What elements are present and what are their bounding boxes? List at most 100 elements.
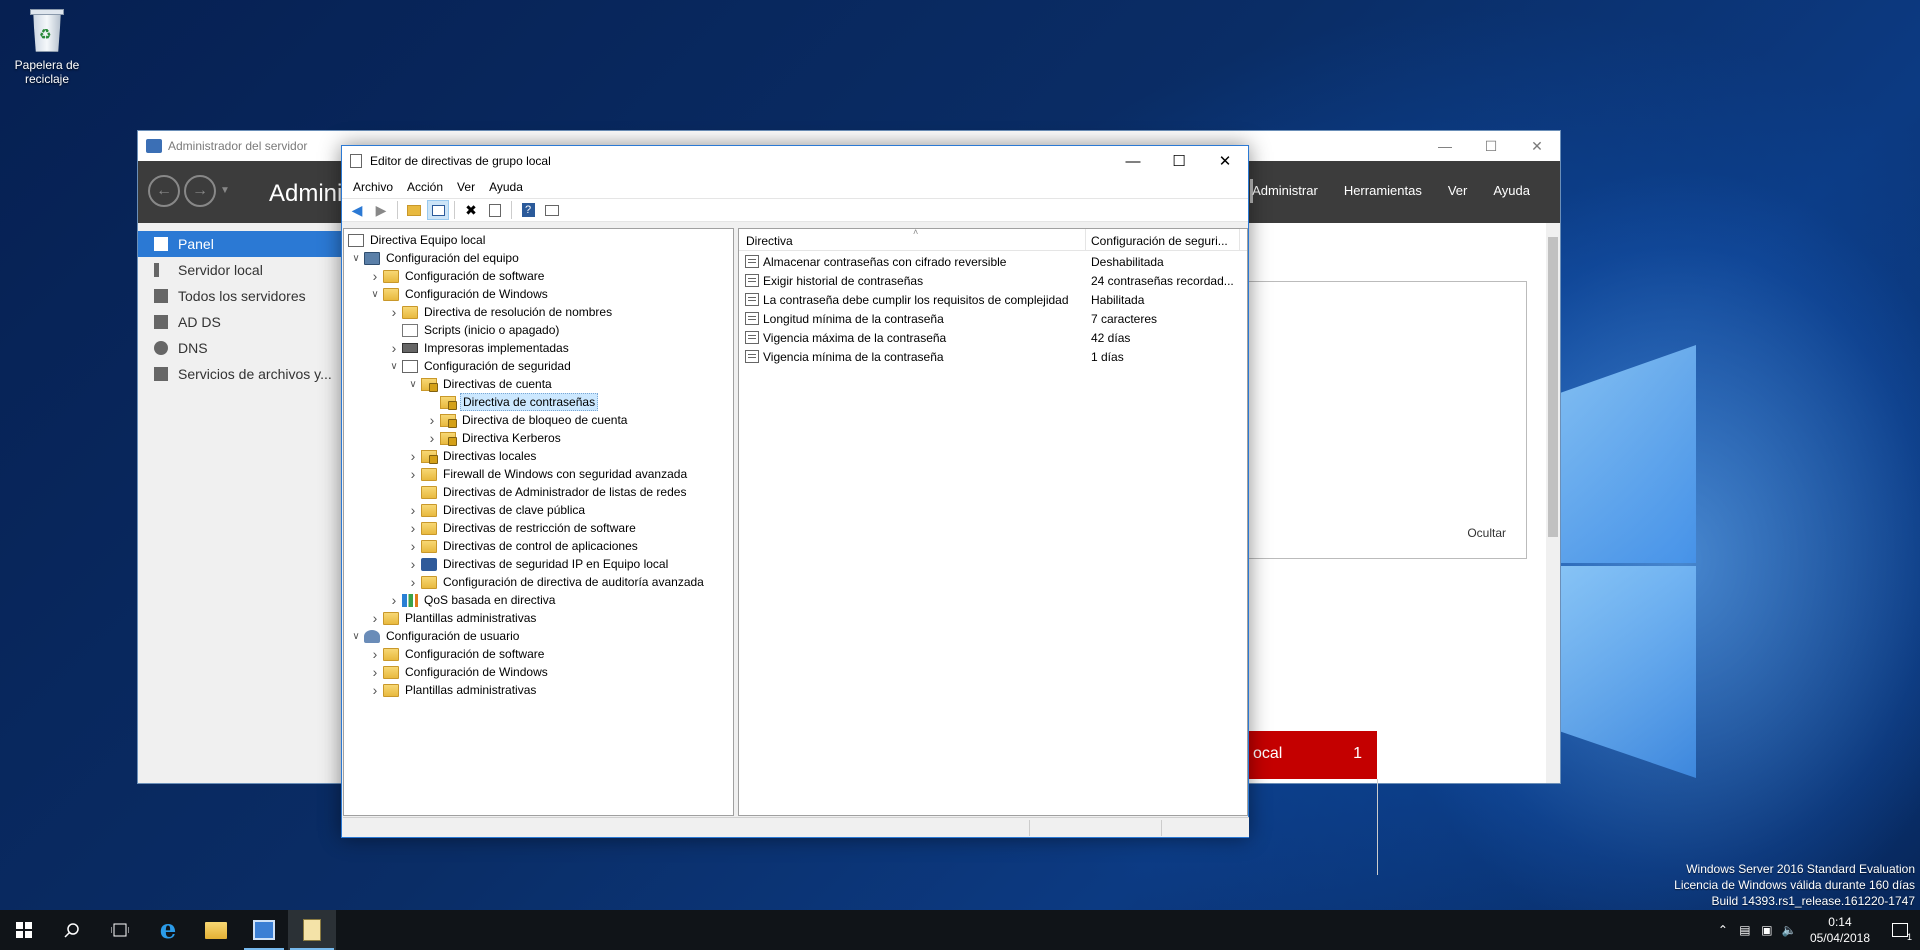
- expand-chevron-icon[interactable]: ›: [405, 574, 421, 590]
- search-button[interactable]: [48, 910, 96, 950]
- properties-icon[interactable]: [541, 200, 563, 220]
- minimize-button[interactable]: —: [1422, 138, 1468, 155]
- show-hide-tree-icon[interactable]: [427, 200, 449, 220]
- forward-arrow-icon[interactable]: →: [184, 175, 216, 207]
- expand-chevron-icon[interactable]: ›: [424, 430, 440, 446]
- tree-node[interactable]: › Impresoras implementadas: [386, 339, 571, 357]
- tree-node[interactable]: › Directivas de clave pública: [405, 501, 587, 519]
- close-button[interactable]: ✕: [1202, 146, 1248, 176]
- tree-node[interactable]: › Directiva Kerberos: [424, 429, 563, 447]
- policy-row[interactable]: Vigencia mínima de la contraseña 1 días: [739, 347, 1247, 366]
- tree-node[interactable]: ∨ Configuración de seguridad: [386, 357, 573, 375]
- sidebar-item-dns[interactable]: DNS: [138, 335, 343, 361]
- expand-chevron-icon[interactable]: ›: [367, 610, 383, 626]
- tree-node[interactable]: › Plantillas administrativas: [367, 609, 538, 627]
- internet-explorer-button[interactable]: e: [144, 910, 192, 950]
- collapse-chevron-icon[interactable]: ∨: [348, 631, 364, 642]
- expand-chevron-icon[interactable]: ›: [405, 466, 421, 482]
- help-icon[interactable]: ?: [517, 200, 539, 220]
- collapse-chevron-icon[interactable]: ∨: [367, 289, 383, 300]
- expand-chevron-icon[interactable]: ›: [405, 556, 421, 572]
- expand-chevron-icon[interactable]: ›: [367, 682, 383, 698]
- menu-administrar[interactable]: Administrar: [1252, 183, 1318, 198]
- expand-chevron-icon[interactable]: ›: [367, 664, 383, 680]
- hide-link[interactable]: Ocultar: [1467, 526, 1506, 540]
- policy-row[interactable]: Vigencia máxima de la contraseña 42 días: [739, 328, 1247, 347]
- sidebar-item-ad-ds[interactable]: AD DS: [138, 309, 343, 335]
- gpe-taskbar-button[interactable]: [288, 910, 336, 950]
- forward-icon[interactable]: ▶: [370, 200, 392, 220]
- recycle-bin-shortcut[interactable]: ♻ Papelera de reciclaje: [12, 6, 82, 86]
- sidebar-item-servicios-archivos[interactable]: Servicios de archivos y...: [138, 361, 343, 387]
- tree-node[interactable]: ∨ Directivas de cuenta: [405, 375, 554, 393]
- column-divider[interactable]: [1239, 229, 1240, 251]
- expand-chevron-icon[interactable]: ›: [405, 538, 421, 554]
- expand-chevron-icon[interactable]: ›: [386, 304, 402, 320]
- tree-node[interactable]: › Directiva de bloqueo de cuenta: [424, 411, 629, 429]
- collapse-chevron-icon[interactable]: ∨: [386, 361, 402, 372]
- expand-chevron-icon[interactable]: ›: [424, 412, 440, 428]
- policy-row[interactable]: Exigir historial de contraseñas 24 contra…: [739, 271, 1247, 290]
- tree-node[interactable]: › Firewall de Windows con seguridad avanz…: [405, 465, 689, 483]
- menu-herramientas[interactable]: Herramientas: [1344, 183, 1422, 198]
- clock[interactable]: 0:14 05/04/2018: [1800, 914, 1880, 946]
- column-configuracion[interactable]: Configuración de seguri...: [1091, 234, 1228, 248]
- column-directiva[interactable]: Directiva: [746, 234, 793, 248]
- expand-chevron-icon[interactable]: ›: [386, 340, 402, 356]
- expand-chevron-icon[interactable]: ›: [367, 646, 383, 662]
- gpe-titlebar[interactable]: Editor de directivas de grupo local — ☐ …: [342, 146, 1248, 176]
- tree-node[interactable]: Directiva de contraseñas: [424, 393, 599, 411]
- history-dropdown-icon[interactable]: ▼: [220, 175, 230, 207]
- scrollbar-thumb[interactable]: [1548, 237, 1558, 537]
- back-icon[interactable]: ◀: [346, 200, 368, 220]
- menu-ayuda[interactable]: Ayuda: [482, 180, 530, 194]
- action-center-icon[interactable]: 1: [1880, 910, 1920, 950]
- column-divider[interactable]: [1085, 229, 1086, 251]
- expand-chevron-icon[interactable]: ›: [367, 268, 383, 284]
- tree-node[interactable]: › Directivas de seguridad IP en Equipo lo…: [405, 555, 670, 573]
- maximize-button[interactable]: ☐: [1156, 146, 1202, 176]
- expand-chevron-icon[interactable]: ›: [386, 592, 402, 608]
- start-button[interactable]: [0, 910, 48, 950]
- tree-node[interactable]: › Configuración de directiva de auditoría…: [405, 573, 706, 591]
- menu-ver[interactable]: Ver: [1448, 183, 1468, 198]
- export-icon[interactable]: [484, 200, 506, 220]
- show-hidden-icons-icon[interactable]: ⌃: [1712, 910, 1734, 950]
- tree-node[interactable]: ∨ Configuración del equipo: [348, 249, 521, 267]
- tree-node[interactable]: › Configuración de software: [367, 645, 546, 663]
- sidebar-item-panel[interactable]: Panel: [138, 231, 343, 257]
- menu-archivo[interactable]: Archivo: [346, 180, 400, 194]
- close-button[interactable]: ✕: [1514, 138, 1560, 155]
- menu-ayuda[interactable]: Ayuda: [1493, 183, 1530, 198]
- task-view-button[interactable]: [96, 910, 144, 950]
- policy-row[interactable]: Longitud mínima de la contraseña 7 caract…: [739, 309, 1247, 328]
- sidebar-item-todos-servidores[interactable]: Todos los servidores: [138, 283, 343, 309]
- collapse-chevron-icon[interactable]: ∨: [348, 253, 364, 264]
- collapse-chevron-icon[interactable]: ∨: [405, 379, 421, 390]
- network-icon[interactable]: ▤: [1734, 910, 1756, 950]
- tree-node[interactable]: › Directiva de resolución de nombres: [386, 303, 614, 321]
- expand-chevron-icon[interactable]: ›: [405, 502, 421, 518]
- tree-node[interactable]: › QoS basada en directiva: [386, 591, 557, 609]
- expand-chevron-icon[interactable]: ›: [405, 448, 421, 464]
- server-manager-scrollbar[interactable]: [1546, 223, 1560, 783]
- tree-node[interactable]: ∨ Configuración de Windows: [367, 285, 550, 303]
- tree-node[interactable]: Directivas de Administrador de listas de…: [405, 483, 688, 501]
- policy-row[interactable]: La contraseña debe cumplir los requisito…: [739, 290, 1247, 309]
- tree-node[interactable]: Scripts (inicio o apagado): [386, 321, 561, 339]
- tree-node[interactable]: › Directivas de restricción de software: [405, 519, 638, 537]
- tree-node[interactable]: › Plantillas administrativas: [367, 681, 538, 699]
- tree-node[interactable]: › Configuración de Windows: [367, 663, 550, 681]
- tree-node[interactable]: › Directivas de control de aplicaciones: [405, 537, 640, 555]
- delete-icon[interactable]: ✖: [460, 200, 482, 220]
- tree-node[interactable]: ∨ Configuración de usuario: [348, 627, 521, 645]
- minimize-button[interactable]: —: [1110, 146, 1156, 176]
- tree-node[interactable]: › Directivas locales: [405, 447, 538, 465]
- sidebar-item-servidor-local[interactable]: Servidor local: [138, 257, 343, 283]
- expand-chevron-icon[interactable]: ›: [405, 520, 421, 536]
- policy-row[interactable]: Almacenar contraseñas con cifrado revers…: [739, 252, 1247, 271]
- up-folder-icon[interactable]: [403, 200, 425, 220]
- file-explorer-button[interactable]: [192, 910, 240, 950]
- back-arrow-icon[interactable]: ←: [148, 175, 180, 207]
- menu-ver[interactable]: Ver: [450, 180, 482, 194]
